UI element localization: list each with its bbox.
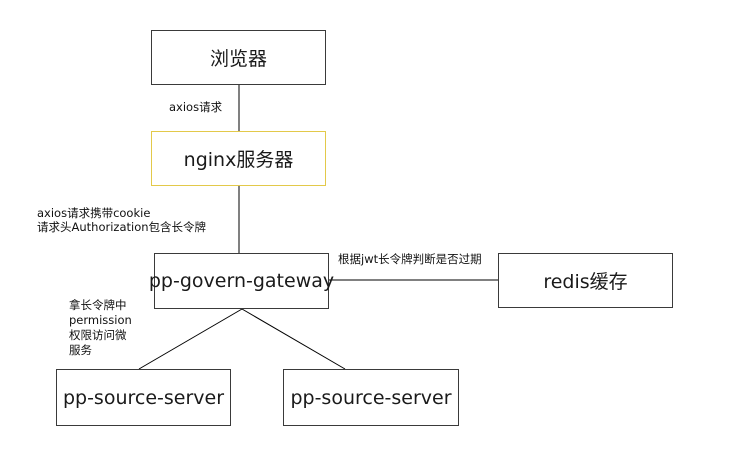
edge-label-gateway-sources-line1: 拿长令牌中	[69, 298, 127, 312]
node-browser[interactable]: 浏览器	[151, 30, 326, 85]
node-redis-label: redis缓存	[543, 271, 628, 293]
edge-gateway-source-left	[138, 308, 243, 370]
edge-label-gateway-sources: 拿长令牌中 permission 权限访问微 服务	[69, 298, 132, 358]
node-nginx[interactable]: nginx服务器	[151, 131, 326, 186]
edge-label-gateway-redis: 根据jwt长令牌判断是否过期	[338, 252, 482, 266]
edge-label-gateway-sources-line3: 权限访问微	[69, 328, 127, 342]
edge-label-browser-nginx-text: axios请求	[169, 100, 223, 114]
edge-label-nginx-gateway-line2: 请求头Authorization包含长令牌	[37, 220, 207, 234]
edge-label-nginx-gateway: axios请求携带cookie 请求头Authorization包含长令牌	[37, 206, 206, 234]
node-redis[interactable]: redis缓存	[498, 253, 673, 308]
node-gateway-label: pp-govern-gateway	[148, 270, 335, 292]
edge-label-browser-nginx: axios请求	[169, 100, 222, 114]
node-browser-label: 浏览器	[209, 48, 267, 70]
edge-label-gateway-redis-text: 根据jwt长令牌判断是否过期	[338, 252, 482, 266]
edge-label-gateway-sources-line4: 服务	[69, 343, 92, 357]
node-gateway[interactable]: pp-govern-gateway	[149, 253, 334, 309]
node-source-server-right[interactable]: pp-source-server	[283, 369, 459, 426]
node-nginx-label: nginx服务器	[183, 149, 294, 171]
architecture-diagram: 浏览器 nginx服务器 pp-govern-gateway redis缓存 p…	[0, 0, 752, 469]
edge-label-nginx-gateway-line1: axios请求携带cookie	[37, 206, 151, 220]
edge-label-gateway-sources-line2: permission	[69, 313, 132, 327]
node-source-server-right-label: pp-source-server	[290, 386, 452, 409]
node-source-server-left[interactable]: pp-source-server	[56, 369, 231, 426]
edge-gateway-source-right	[241, 308, 346, 370]
node-source-server-left-label: pp-source-server	[62, 386, 225, 409]
